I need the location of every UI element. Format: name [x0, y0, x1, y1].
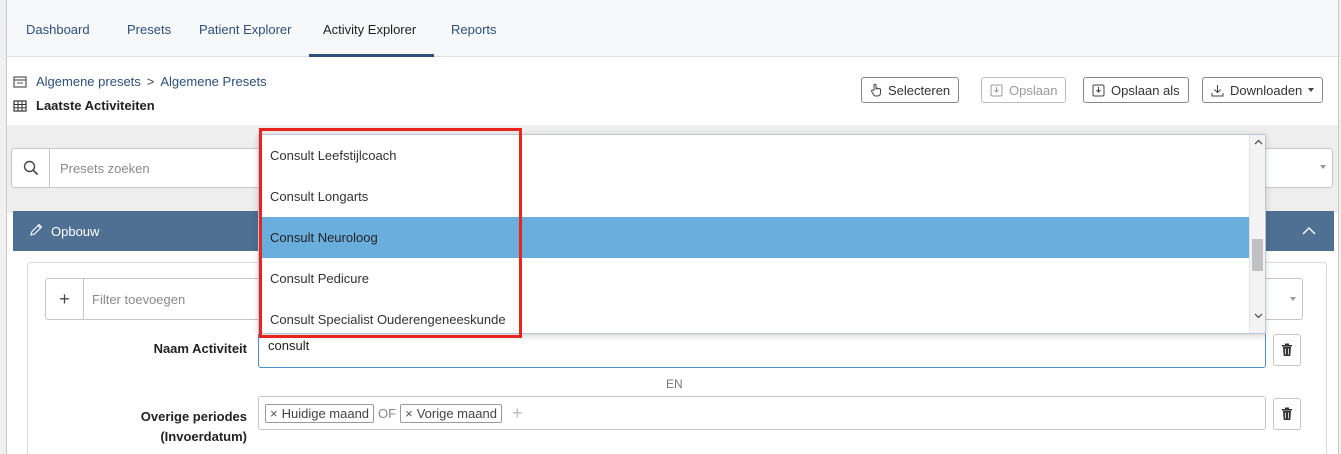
select-button-label: Selecteren: [888, 82, 951, 98]
period-tag[interactable]: × Vorige maand: [400, 403, 502, 423]
tab-presets[interactable]: Presets: [127, 22, 171, 37]
download-button[interactable]: Downloaden: [1202, 77, 1324, 103]
period-tag[interactable]: × Huidige maand: [265, 403, 375, 423]
or-joiner: OF: [378, 405, 397, 421]
save-as-button-label: Opslaan als: [1111, 82, 1180, 98]
period-tag-label: Vorige maand: [416, 405, 497, 421]
delete-naam-button[interactable]: [1273, 334, 1301, 366]
breadcrumb-item-preset[interactable]: Algemene Presets: [160, 74, 266, 89]
dropdown-option[interactable]: Consult Longarts: [259, 176, 1249, 217]
add-period-plus-icon[interactable]: +: [512, 403, 523, 424]
filter-dropdown-caret-icon[interactable]: [1290, 297, 1296, 301]
app-frame: Dashboard Presets Patient Explorer Activ…: [6, 0, 1339, 454]
save-button[interactable]: Opslaan: [981, 77, 1067, 103]
save-icon: [990, 84, 1003, 96]
dropdown-option[interactable]: Consult Specialist Ouderengeneeskunde: [259, 299, 1249, 333]
trash-icon: [1282, 407, 1292, 420]
page-title: Laatste Activiteiten: [36, 98, 155, 113]
naam-activiteit-label: Naam Activiteit: [153, 341, 247, 356]
scroll-up-icon[interactable]: [1254, 139, 1263, 145]
naam-activiteit-value: consult: [268, 338, 310, 353]
page-header: Algemene presets > Algemene Presets Laat…: [7, 57, 1338, 125]
overige-periodes-label: Overige periodes (Invoerdatum): [97, 407, 247, 447]
periodes-input[interactable]: × Huidige maand OF × Vorige maand +: [258, 396, 1266, 430]
tab-reports[interactable]: Reports: [451, 22, 497, 37]
search-icon-cell: [12, 149, 50, 187]
table-icon: [13, 99, 27, 112]
save-button-label: Opslaan: [1009, 82, 1058, 98]
preset-folder-icon: [13, 75, 27, 88]
remove-tag-icon[interactable]: ×: [270, 406, 278, 421]
tab-activity-explorer[interactable]: Activity Explorer: [323, 22, 416, 37]
hand-pointer-icon: [871, 83, 881, 97]
and-conjunction: EN: [666, 377, 683, 391]
search-input[interactable]: Presets zoeken: [60, 161, 150, 176]
period-tag-label: Huidige maand: [281, 405, 370, 421]
breadcrumb-separator: >: [146, 74, 155, 89]
download-icon: [1211, 84, 1224, 96]
tab-dashboard[interactable]: Dashboard: [26, 22, 90, 37]
page-title-row: Laatste Activiteiten: [13, 98, 155, 113]
chevron-down-icon: [1308, 88, 1315, 92]
overige-periodes-label-line1: Overige periodes: [140, 409, 247, 424]
overige-periodes-label-line2: (Invoerdatum): [160, 429, 247, 444]
select-button[interactable]: Selecteren: [861, 77, 960, 103]
search-icon: [23, 160, 38, 176]
save-as-icon: [1092, 84, 1105, 96]
download-button-label: Downloaden: [1230, 82, 1303, 98]
dropdown-option[interactable]: Consult Leefstijlcoach: [259, 135, 1249, 176]
pencil-icon: [30, 223, 43, 236]
scrollbar-thumb[interactable]: [1252, 239, 1263, 271]
tab-patient-explorer[interactable]: Patient Explorer: [199, 22, 292, 37]
dropdown-option-selected[interactable]: Consult Neuroloog: [259, 217, 1249, 258]
save-as-button[interactable]: Opslaan als: [1083, 77, 1189, 103]
opbouw-label: Opbouw: [51, 224, 100, 239]
dropdown-scrollbar[interactable]: [1249, 135, 1265, 333]
plus-icon[interactable]: +: [46, 279, 84, 319]
top-nav: Dashboard Presets Patient Explorer Activ…: [7, 0, 1338, 57]
scroll-down-icon[interactable]: [1254, 313, 1263, 319]
dropdown-option[interactable]: Consult Pedicure: [259, 258, 1249, 299]
trash-icon: [1282, 343, 1292, 356]
chevron-up-icon[interactable]: [1302, 226, 1316, 236]
filter-input[interactable]: Filter toevoegen: [92, 292, 185, 307]
delete-periodes-button[interactable]: [1273, 398, 1301, 430]
breadcrumb-item-group[interactable]: Algemene presets: [36, 74, 141, 89]
activity-dropdown-list: Consult Leefstijlcoach Consult Longarts …: [258, 134, 1266, 334]
breadcrumb: Algemene presets > Algemene Presets: [13, 74, 267, 89]
remove-tag-icon[interactable]: ×: [405, 406, 413, 421]
search-dropdown-caret-icon[interactable]: [1320, 165, 1326, 169]
